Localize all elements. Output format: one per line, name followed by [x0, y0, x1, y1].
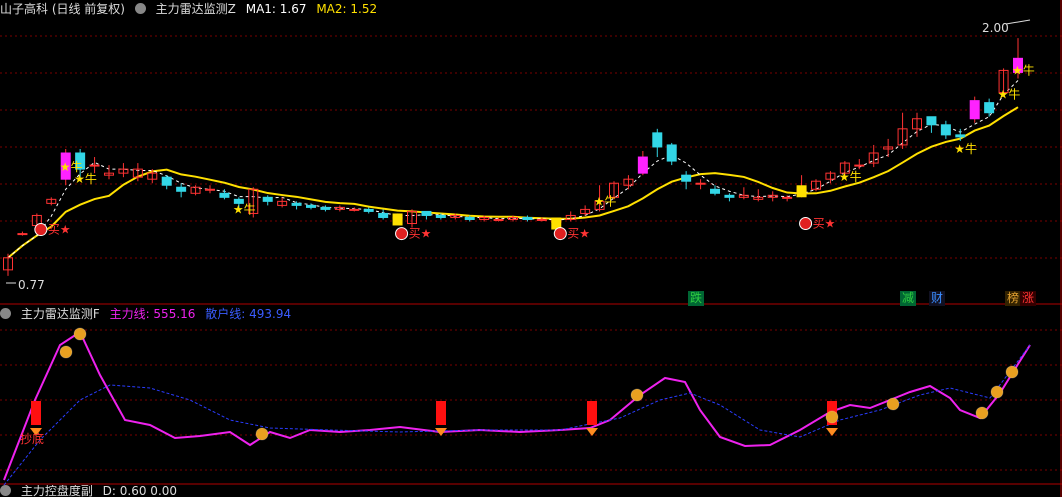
bull-star-label: ★牛	[954, 141, 977, 156]
buy-coin-icon	[553, 227, 567, 241]
candle-body	[536, 218, 547, 221]
candle-body	[306, 204, 316, 208]
candle-body	[710, 188, 720, 194]
settings-gear-icon-2[interactable]	[0, 308, 11, 319]
retail-line-value: 散户线: 493.94	[205, 307, 292, 321]
signal-die: 跌	[688, 291, 705, 306]
stock-title: 山子高科 (日线 前复权)	[0, 2, 125, 16]
buy-label: 买★	[567, 227, 590, 241]
money-bag-icon	[59, 345, 73, 359]
candle-body	[435, 214, 446, 218]
candle-body	[363, 208, 374, 212]
signal-bar	[31, 401, 41, 425]
bottom-indicator-name[interactable]: 主力控盘度副	[21, 485, 93, 497]
main-panel-header: 山子高科 (日线 前复权) 主力雷达监测Z MA1: 1.67 MA2: 1.5…	[0, 0, 383, 18]
bull-star-label: ★牛	[998, 87, 1021, 102]
bull-star-label: ★牛	[594, 193, 617, 208]
money-bag-icon	[73, 327, 87, 341]
bull-star-label: ★牛	[74, 171, 97, 186]
chart-canvas: 买★ 买★ 买★买★★牛★牛★牛★牛★牛★牛★牛★牛	[0, 0, 1062, 497]
retail-line	[3, 344, 1031, 486]
signal-bar	[587, 401, 597, 425]
candle-body	[464, 216, 475, 220]
indicator-name[interactable]: 主力雷达监测Z	[156, 2, 236, 16]
candle-body	[378, 212, 389, 218]
candle-body	[320, 206, 331, 210]
bull-star-label: ★牛	[233, 201, 256, 216]
buy-coin-icon	[395, 227, 409, 241]
signal-bar	[436, 401, 446, 425]
signal-jian: 减	[900, 291, 917, 306]
buy-label: 买★	[48, 223, 71, 237]
candle-body	[782, 196, 793, 199]
settings-gear-icon[interactable]	[134, 3, 146, 14]
candle-body	[219, 192, 230, 198]
candle-body	[724, 194, 735, 198]
candle-body	[969, 100, 980, 120]
candle-body	[637, 156, 648, 174]
ma1-value: MA1: 1.67	[245, 2, 307, 16]
settings-gear-icon-3[interactable]	[0, 485, 11, 496]
signal-zhang: 涨	[1020, 291, 1037, 306]
price-low-label: 0.77	[18, 278, 45, 292]
money-bag-icon	[1005, 365, 1019, 379]
highlight-candle	[392, 213, 403, 226]
bottom-indicator-value: D: 0.60 0.00	[102, 485, 178, 497]
candle-body	[421, 210, 432, 216]
price-high-label: 2.00	[982, 21, 1009, 35]
ma-long-line	[7, 106, 1019, 259]
signal-cai: 财	[929, 291, 946, 306]
candle-body	[291, 202, 302, 206]
candle-body	[926, 116, 937, 126]
highlight-candle	[796, 185, 807, 198]
ma-short-line	[7, 80, 1019, 259]
signal-bang: 榜	[1005, 291, 1022, 306]
money-bag-icon	[825, 410, 839, 424]
money-bag-icon	[990, 385, 1004, 399]
sub-panel-header: 主力雷达监测F 主力线: 555.16 散户线: 493.94	[0, 305, 297, 323]
ma2-value: MA2: 1.52	[316, 2, 378, 16]
sub-indicator-name[interactable]: 主力雷达监测F	[21, 307, 100, 321]
high-arrow-icon	[1005, 19, 1031, 25]
candle-body	[652, 132, 663, 148]
buy-coin-icon	[799, 217, 813, 231]
money-bag-icon	[886, 397, 900, 411]
candle-body	[955, 134, 966, 138]
candle-body	[17, 233, 28, 236]
candle-body	[940, 124, 951, 136]
buy-coin-icon	[34, 223, 48, 237]
candle-body	[984, 102, 995, 114]
candle-body	[262, 196, 273, 202]
candle-body	[854, 164, 865, 167]
bull-star-label: ★牛	[839, 169, 862, 184]
main-force-line	[3, 330, 1031, 481]
candle-body	[349, 208, 360, 211]
buy-label: 买★	[409, 227, 432, 241]
buy-label: 买★	[813, 217, 836, 231]
candle-body	[493, 218, 504, 221]
candle-body	[176, 186, 187, 192]
chaodi-label: 抄底	[20, 432, 45, 446]
bull-star-label: ★牛	[1012, 62, 1035, 77]
candle-body	[205, 188, 215, 191]
main-line-value: 主力线: 555.16	[109, 307, 196, 321]
candle-body	[681, 174, 692, 182]
candle-body	[89, 164, 100, 167]
candle-body	[161, 176, 172, 186]
candle-body	[522, 216, 533, 220]
bottom-panel-header: 主力控盘度副 D: 0.60 0.00	[0, 485, 183, 497]
money-bag-icon	[255, 427, 269, 441]
money-bag-icon	[630, 388, 644, 402]
money-bag-icon	[975, 406, 989, 420]
candle-body	[666, 144, 677, 162]
candle-body	[695, 182, 706, 185]
